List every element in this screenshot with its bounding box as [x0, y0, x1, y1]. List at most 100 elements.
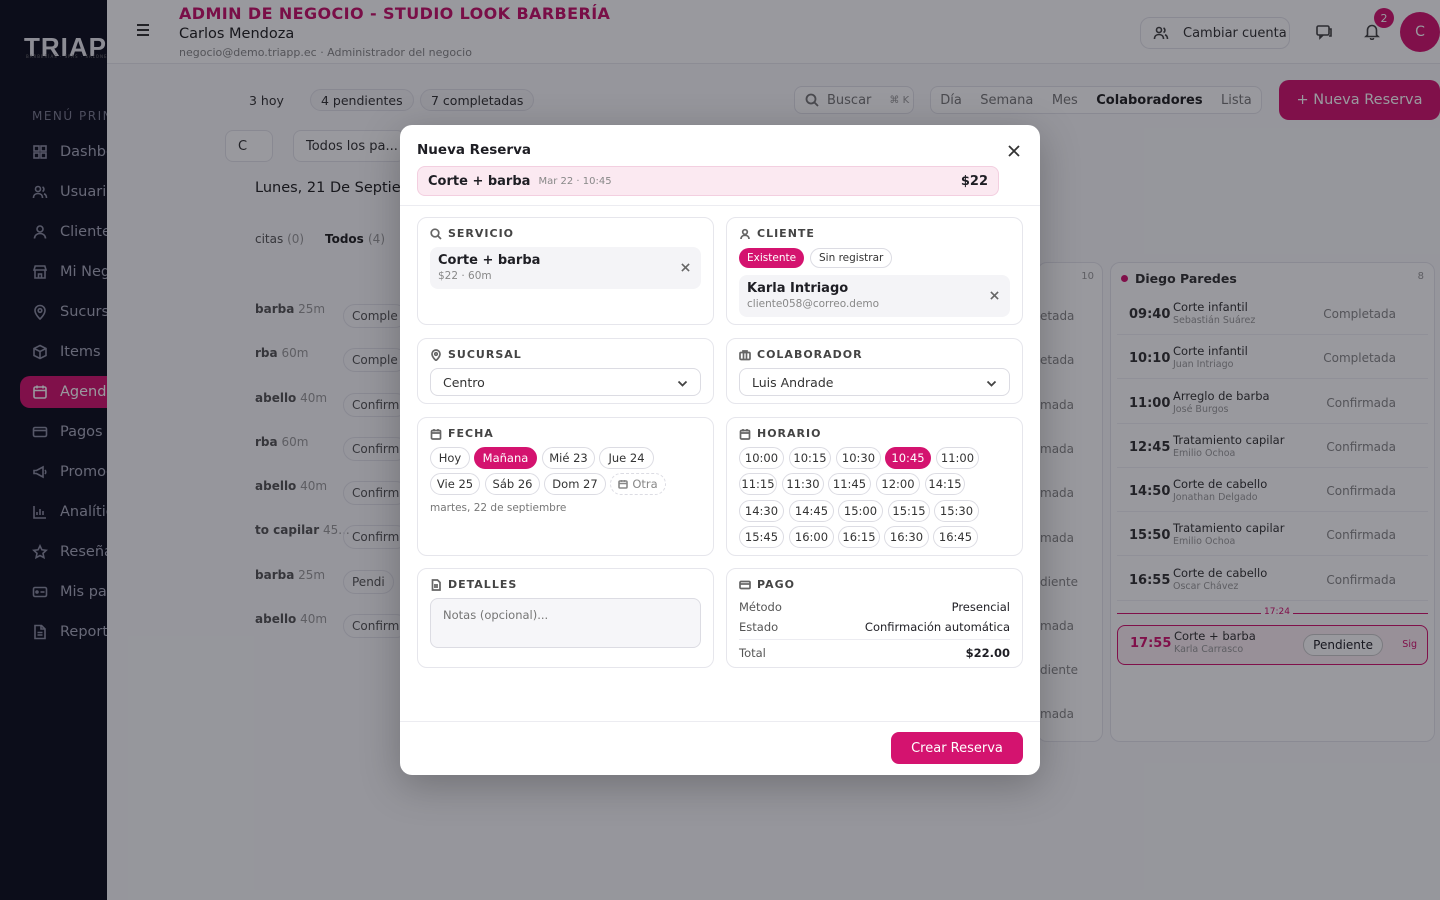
branch-label-text: SUCURSAL: [448, 348, 522, 361]
service-name: Corte + barba: [438, 253, 541, 268]
service-label-text: SERVICIO: [448, 227, 515, 240]
payment-total-value: $22.00: [965, 646, 1010, 660]
time-slot[interactable]: 15:15: [888, 500, 930, 522]
branch-select[interactable]: Centro: [430, 368, 701, 396]
date-label: FECHA: [430, 427, 494, 440]
create-reservation-button[interactable]: Crear Reserva: [891, 732, 1023, 764]
date-caption: martes, 22 de septiembre: [430, 502, 567, 514]
divider: [739, 639, 1010, 640]
time-slot[interactable]: 16:00: [789, 526, 834, 548]
client-unregistered-toggle[interactable]: Sin registrar: [810, 248, 893, 268]
details-label-text: DETALLES: [448, 578, 518, 591]
time-slot[interactable]: 10:00: [739, 447, 784, 469]
client-name: Karla Intriago: [747, 281, 849, 296]
client-email: cliente058@correo.demo: [747, 298, 880, 310]
selected-client[interactable]: Karla Intriago cliente058@correo.demo: [739, 275, 1010, 317]
date-option-hoy[interactable]: Hoy: [430, 447, 470, 469]
payment-status-label: Estado: [739, 620, 779, 634]
divider: [400, 721, 1040, 722]
schedule-card: HORARIO 10:00 10:15 10:30 10:45 11:00 11…: [726, 417, 1023, 556]
client-label: CLIENTE: [739, 227, 815, 240]
time-slot[interactable]: 14:45: [789, 500, 834, 522]
service-detail: $22 · 60m: [438, 270, 492, 282]
briefcase-icon: [739, 349, 751, 360]
selected-service[interactable]: Corte + barba $22 · 60m: [430, 247, 701, 289]
schedule-label: HORARIO: [739, 427, 821, 440]
time-slot[interactable]: 16:30: [884, 526, 929, 548]
payment-label-text: PAGO: [757, 578, 795, 591]
payment-method-label: Método: [739, 600, 782, 614]
chevron-down-icon: [986, 380, 997, 387]
date-label-text: FECHA: [448, 427, 494, 440]
payment-total-row: Total $22.00: [739, 646, 1010, 660]
payment-total-label: Total: [739, 646, 766, 660]
branch-card: SUCURSAL Centro: [417, 338, 714, 404]
date-card: FECHA Hoy Mañana Mié 23 Jue 24 Vie 25 Sá…: [417, 417, 714, 556]
close-icon: [681, 263, 690, 272]
time-slot[interactable]: 16:15: [838, 526, 880, 548]
payment-status-row: Estado Confirmación automática: [739, 620, 1010, 634]
time-slot[interactable]: 15:00: [838, 500, 883, 522]
file-icon: [431, 578, 441, 591]
calendar-icon: [430, 428, 442, 440]
schedule-label-text: HORARIO: [757, 427, 822, 440]
client-existing-toggle[interactable]: Existente: [739, 248, 805, 268]
payment-label: PAGO: [739, 578, 795, 591]
modal-title: Nueva Reserva: [417, 142, 531, 158]
reservation-summary: Corte + barba Mar 22 · 10:45 $22: [417, 166, 999, 196]
calendar-icon: [618, 480, 629, 489]
branch-label: SUCURSAL: [430, 348, 522, 361]
summary-service: Corte + barba: [428, 173, 531, 189]
time-slot[interactable]: 16:45: [933, 526, 978, 548]
map-pin-icon: [431, 348, 441, 361]
time-slot[interactable]: 11:45: [828, 473, 871, 495]
notes-input[interactable]: [430, 598, 701, 648]
time-slot[interactable]: 11:00: [936, 447, 979, 469]
credit-card-icon: [739, 580, 751, 589]
collaborator-card: COLABORADOR Luis Andrade: [726, 338, 1023, 404]
date-option-manana[interactable]: Mañana: [474, 447, 537, 469]
time-slot[interactable]: 11:15: [739, 473, 777, 495]
collaborator-select[interactable]: Luis Andrade: [739, 368, 1010, 396]
details-card: DETALLES: [417, 568, 714, 668]
details-label: DETALLES: [430, 578, 517, 591]
client-label-text: CLIENTE: [757, 227, 815, 240]
search-icon: [430, 227, 442, 240]
payment-method-value: Presencial: [951, 600, 1010, 614]
date-option-other[interactable]: Otra: [610, 473, 666, 495]
remove-client-button[interactable]: [990, 289, 1002, 301]
divider: [400, 205, 1040, 206]
user-icon: [740, 228, 750, 239]
summary-price: $22: [960, 173, 988, 189]
date-option-vie[interactable]: Vie 25: [430, 473, 480, 495]
summary-meta: Mar 22 · 10:45: [538, 175, 612, 187]
date-option-dom[interactable]: Dom 27: [544, 473, 606, 495]
time-slot[interactable]: 10:30: [836, 447, 881, 469]
date-option-sab[interactable]: Sáb 26: [485, 473, 540, 495]
date-other-label: Otra: [632, 477, 658, 491]
date-option-jue[interactable]: Jue 24: [599, 447, 654, 469]
client-card: CLIENTE Existente Sin registrar Karla In…: [726, 217, 1023, 325]
time-slot[interactable]: 15:30: [934, 500, 979, 522]
close-icon: [990, 291, 999, 300]
close-button[interactable]: [1004, 141, 1024, 161]
time-slot[interactable]: 14:15: [925, 473, 965, 495]
date-option-mie[interactable]: Mié 23: [542, 447, 595, 469]
calendar-icon: [739, 428, 751, 440]
payment-method-row: Método Presencial: [739, 600, 1010, 614]
remove-service-button[interactable]: [681, 261, 693, 273]
time-slot[interactable]: 12:00: [876, 473, 920, 495]
time-slot[interactable]: 11:30: [782, 473, 824, 495]
payment-card: PAGO Método Presencial Estado Confirmaci…: [726, 568, 1023, 668]
payment-status-value: Confirmación automática: [864, 620, 1010, 634]
time-slot[interactable]: 14:30: [739, 500, 784, 522]
collaborator-label: COLABORADOR: [739, 348, 863, 361]
branch-value: Centro: [443, 374, 485, 390]
collaborator-label-text: COLABORADOR: [757, 348, 863, 361]
new-reservation-modal: Nueva Reserva Corte + barba Mar 22 · 10:…: [400, 125, 1040, 775]
time-slot[interactable]: 15:45: [739, 526, 784, 548]
time-slot[interactable]: 10:15: [789, 447, 831, 469]
collaborator-value: Luis Andrade: [752, 374, 834, 390]
service-card: SERVICIO Corte + barba $22 · 60m: [417, 217, 714, 325]
time-slot-selected[interactable]: 10:45: [885, 447, 931, 469]
